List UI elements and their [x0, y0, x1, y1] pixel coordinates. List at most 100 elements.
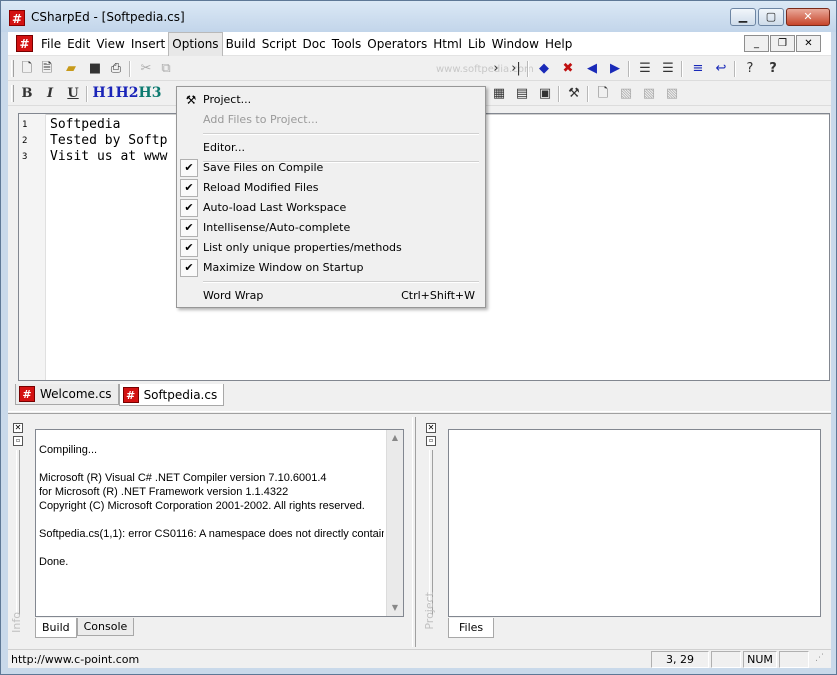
csharp-file-icon: # — [19, 386, 35, 402]
list-icon[interactable]: ≡ — [688, 59, 708, 79]
code-line[interactable]: Visit us at www — [50, 149, 167, 164]
form-icon[interactable]: ▤ — [512, 84, 532, 104]
document-add-icon[interactable]: 🗋 — [593, 84, 613, 104]
indent-icon[interactable]: ☰ — [635, 59, 655, 79]
vertical-scrollbar[interactable]: ▲ ▼ — [386, 430, 403, 616]
menuitem-editor[interactable]: Editor... — [179, 138, 483, 158]
print-icon[interactable]: ⎙ — [106, 59, 126, 79]
menuitem-autoload-workspace[interactable]: ✔ Auto-load Last Workspace — [179, 198, 483, 218]
pane-pin-icon[interactable]: ▫ — [13, 436, 23, 446]
menu-file[interactable]: File — [38, 32, 64, 56]
app-icon[interactable]: # — [9, 10, 25, 26]
menuitem-add-files[interactable]: Add Files to Project... — [179, 110, 483, 130]
vertical-splitter[interactable] — [412, 417, 416, 647]
title-bar[interactable]: # CSharpEd - [Softpedia.cs] ▁ ▢ ✕ — [1, 1, 836, 32]
menu-window[interactable]: Window — [489, 32, 542, 56]
new-file-icon[interactable]: 🗋 — [17, 59, 37, 79]
frame-icon[interactable]: ▣ — [535, 84, 555, 104]
build-output-text: Compiling... Microsoft (R) Visual C# .NE… — [39, 444, 384, 568]
toolbar-grip[interactable] — [11, 85, 14, 102]
outdent-icon[interactable]: ☰ — [658, 59, 678, 79]
menu-insert[interactable]: Insert — [128, 32, 168, 56]
debug-disabled-icon[interactable]: ▧ — [662, 84, 682, 104]
menu-doc[interactable]: Doc — [300, 32, 329, 56]
menu-html[interactable]: Html — [430, 32, 465, 56]
menu-operators[interactable]: Operators — [364, 32, 430, 56]
underline-button[interactable]: U — [63, 84, 83, 104]
pane-resize-bar[interactable] — [16, 450, 20, 615]
next-bookmark-icon[interactable]: ▶ — [605, 59, 625, 79]
pane-resize-bar[interactable] — [429, 450, 433, 615]
h3-button[interactable]: H3 — [138, 84, 162, 104]
minimize-button[interactable]: ▁ — [730, 8, 756, 26]
toolbar-separator — [628, 61, 630, 77]
horizontal-splitter[interactable] — [8, 411, 831, 414]
menuitem-maximize-startup[interactable]: ✔ Maximize Window on Startup — [179, 258, 483, 278]
toolbar-separator — [558, 86, 560, 102]
menuitem-intellisense[interactable]: ✔ Intellisense/Auto-complete — [179, 218, 483, 238]
menuitem-reload-modified[interactable]: ✔ Reload Modified Files — [179, 178, 483, 198]
h1-button[interactable]: H1 — [92, 84, 116, 104]
resize-grip-icon[interactable]: ⋰ — [811, 651, 828, 668]
mdi-close-button[interactable]: ✕ — [796, 35, 821, 52]
clear-bookmark-icon[interactable]: ✖ — [558, 59, 578, 79]
cut-icon[interactable]: ✂ — [136, 59, 156, 79]
close-button[interactable]: ✕ — [786, 8, 830, 26]
toolbar-grip[interactable] — [11, 60, 14, 77]
last-icon[interactable]: ›| — [506, 59, 526, 79]
toolbar-separator — [86, 86, 88, 102]
menuitem-unique-properties[interactable]: ✔ List only unique properties/methods — [179, 238, 483, 258]
pane-close-icon[interactable]: ✕ — [426, 423, 436, 433]
checkmark-icon: ✔ — [180, 219, 198, 237]
mdi-minimize-button[interactable]: _ — [744, 35, 769, 52]
code-line[interactable]: Softpedia — [50, 117, 120, 132]
scroll-down-icon[interactable]: ▼ — [387, 600, 403, 616]
menu-help[interactable]: Help — [542, 32, 575, 56]
copy-icon[interactable]: ⧉ — [156, 59, 176, 79]
build-tools-icon[interactable]: ⚒ — [564, 84, 584, 104]
run-disabled-icon[interactable]: ▧ — [616, 84, 636, 104]
tab-files[interactable]: Files — [448, 618, 495, 638]
build-output[interactable]: Compiling... Microsoft (R) Visual C# .NE… — [35, 429, 404, 617]
project-pane-tabs: Files — [448, 618, 495, 638]
mdi-restore-button[interactable]: ❐ — [770, 35, 795, 52]
menu-build[interactable]: Build — [223, 32, 259, 56]
num-lock-indicator: NUM — [743, 651, 777, 668]
open-folder-icon[interactable]: ▰ — [61, 59, 81, 79]
prev-bookmark-icon[interactable]: ◀ — [582, 59, 602, 79]
options-menu-dropdown: ⚒ Project... Add Files to Project... Edi… — [176, 86, 486, 308]
project-files-panel[interactable] — [448, 429, 821, 617]
h2-button[interactable]: H2 — [115, 84, 139, 104]
bookmark-icon[interactable]: ◆ — [534, 59, 554, 79]
new-project-icon[interactable]: 🗎 — [37, 59, 57, 79]
table-icon[interactable]: ▦ — [489, 84, 509, 104]
pane-pin-icon[interactable]: ▫ — [426, 436, 436, 446]
forward-icon[interactable]: › — [486, 59, 506, 79]
context-help-icon[interactable]: ? — [740, 59, 760, 79]
menu-edit[interactable]: Edit — [64, 32, 93, 56]
tab-softpedia[interactable]: # Softpedia.cs — [118, 384, 225, 406]
menu-tools[interactable]: Tools — [329, 32, 365, 56]
tab-build[interactable]: Build — [35, 618, 77, 638]
menuitem-project[interactable]: ⚒ Project... — [179, 90, 483, 110]
menuitem-save-on-compile[interactable]: ✔ Save Files on Compile — [179, 158, 483, 178]
bold-button[interactable]: B — [17, 84, 37, 104]
menu-script[interactable]: Script — [259, 32, 300, 56]
code-line[interactable]: Tested by Softp — [50, 133, 167, 148]
pane-close-icon[interactable]: ✕ — [13, 423, 23, 433]
help-icon[interactable]: ? — [763, 59, 783, 79]
tab-welcome[interactable]: # Welcome.cs — [15, 384, 119, 405]
save-icon[interactable]: ■ — [85, 59, 105, 79]
scroll-up-icon[interactable]: ▲ — [387, 430, 403, 446]
status-panel-empty — [711, 651, 741, 668]
italic-button[interactable]: I — [40, 84, 60, 104]
menuitem-word-wrap[interactable]: Word Wrap Ctrl+Shift+W — [179, 286, 483, 306]
menu-lib[interactable]: Lib — [465, 32, 489, 56]
stop-disabled-icon[interactable]: ▧ — [639, 84, 659, 104]
maximize-button[interactable]: ▢ — [758, 8, 784, 26]
wrap-icon[interactable]: ↩ — [711, 59, 731, 79]
document-icon[interactable]: # — [16, 35, 33, 52]
tab-console[interactable]: Console — [76, 618, 135, 636]
menu-view[interactable]: View — [93, 32, 127, 56]
menu-options[interactable]: Options — [168, 32, 223, 56]
